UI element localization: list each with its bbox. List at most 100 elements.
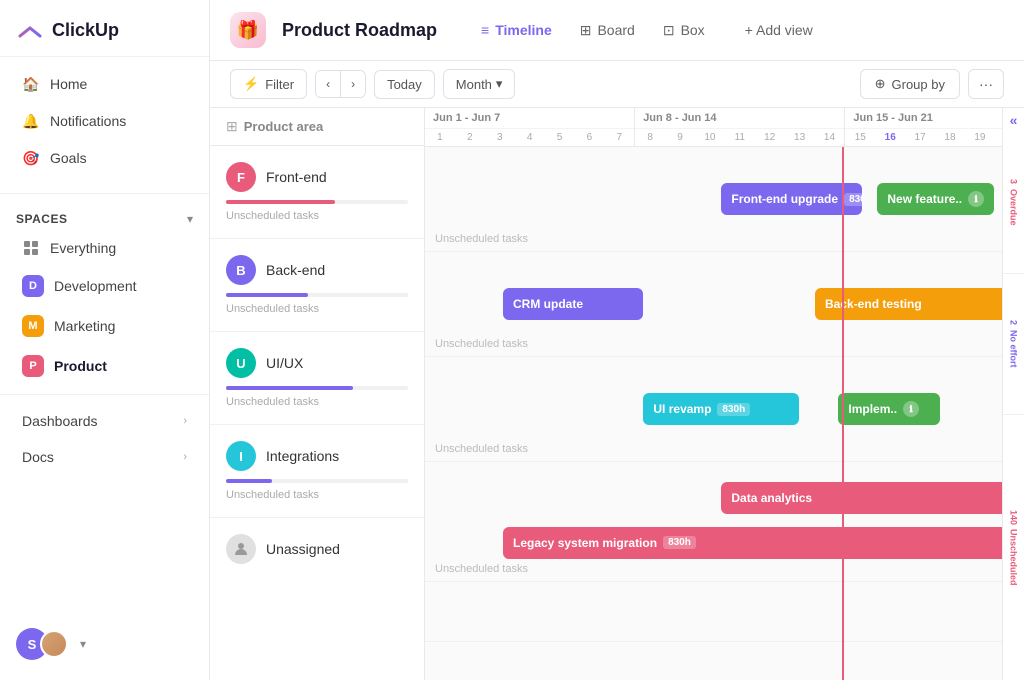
task-info: Implem.. ℹ [848, 401, 919, 417]
day-cell: 13 [785, 129, 815, 146]
unscheduled-label: Unscheduled tasks [435, 443, 528, 455]
collapse-btn[interactable]: « [1003, 108, 1024, 132]
area-progress-frontend [226, 200, 408, 204]
sidebar-item-label: Marketing [54, 318, 115, 334]
task-bar-new-feature[interactable]: New feature.. ℹ [877, 183, 994, 215]
task-bar-legacy-migration[interactable]: Legacy system migration 830h [503, 527, 1002, 559]
sidebar-item-notifications[interactable]: 🔔 Notifications [6, 103, 203, 139]
task-bar-data-analytics[interactable]: Data analytics [721, 482, 1002, 514]
avatar-group: S [16, 628, 68, 660]
logo-area: ClickUp [0, 0, 209, 57]
area-tasks-frontend: Unscheduled tasks [226, 210, 408, 222]
area-avatar-frontend: F [226, 162, 256, 192]
indicator-overdue[interactable]: 3 Overdue [1003, 132, 1024, 274]
chevron-down-icon[interactable]: ▾ [187, 212, 193, 226]
sidebar-item-label: Goals [50, 150, 87, 166]
product-area-integrations: I Integrations Unscheduled tasks [210, 425, 424, 518]
gantt-row-backend: CRM update Back-end testing Unscheduled … [425, 252, 1002, 357]
bell-icon: 🔔 [22, 112, 40, 130]
more-options-button[interactable]: ··· [968, 69, 1004, 99]
area-info: I Integrations [226, 441, 408, 471]
date-nav-arrows: ‹ › [315, 70, 366, 98]
week-block-3: Jun 15 - Jun 21 15 16 17 18 19 20 21 [845, 108, 1002, 146]
divider [0, 193, 209, 194]
area-progress-fill [226, 293, 308, 297]
sidebar-item-development[interactable]: D Development [6, 267, 203, 305]
gantt-row-unassigned [425, 582, 1002, 642]
area-progress-fill [226, 479, 272, 483]
indicator-no-effort[interactable]: 2 No effort [1003, 274, 1024, 416]
sidebar-item-docs[interactable]: Docs › [6, 440, 203, 474]
left-panel: ⊞ Product area F Front-end Unscheduled t… [210, 108, 425, 680]
week-block-1: Jun 1 - Jun 7 1 2 3 4 5 6 7 [425, 108, 635, 146]
column-header-text: Product area [244, 119, 323, 134]
day-cell: 5 [545, 129, 575, 146]
month-button[interactable]: Month ▾ [443, 69, 516, 99]
week-block-2: Jun 8 - Jun 14 8 9 10 11 12 13 14 [635, 108, 845, 146]
unscheduled-label: Unscheduled tasks [435, 563, 528, 575]
page-icon: 🎁 [230, 12, 266, 48]
board-icon: ⊞ [580, 22, 592, 39]
sidebar-item-marketing[interactable]: M Marketing [6, 307, 203, 345]
sidebar-item-home[interactable]: 🏠 Home [6, 66, 203, 102]
indicator-unscheduled[interactable]: 140 Unscheduled [1003, 415, 1024, 680]
task-bar-implement[interactable]: Implem.. ℹ [838, 393, 939, 425]
area-name-backend: Back-end [266, 262, 325, 278]
view-tabs: ≡ Timeline ⊞ Board ⊡ Box [469, 16, 717, 45]
day-cell: 1 [425, 129, 455, 146]
area-info: U UI/UX [226, 348, 408, 378]
day-cell: 2 [455, 129, 485, 146]
docs-label: Docs [22, 449, 54, 465]
page-header: 🎁 Product Roadmap ≡ Timeline ⊞ Board ⊡ B… [210, 0, 1024, 61]
area-info: Unassigned [226, 534, 408, 564]
logo-text: ClickUp [52, 20, 119, 41]
prev-arrow-button[interactable]: ‹ [316, 71, 341, 97]
chevron-right-icon: › [183, 451, 187, 463]
user-menu-dropdown[interactable]: ▾ [80, 637, 86, 651]
sidebar-item-everything[interactable]: Everything [6, 231, 203, 265]
filter-button[interactable]: ⚡ Filter [230, 69, 307, 99]
product-area-frontend: F Front-end Unscheduled tasks [210, 146, 424, 239]
sidebar-item-dashboards[interactable]: Dashboards › [6, 404, 203, 438]
day-cell: 3 [485, 129, 515, 146]
tab-box[interactable]: ⊡ Box [651, 16, 717, 45]
area-name-frontend: Front-end [266, 169, 327, 185]
sidebar-item-product[interactable]: P Product [6, 347, 203, 385]
task-info: New feature.. ℹ [887, 191, 984, 207]
area-name-unassigned: Unassigned [266, 541, 340, 557]
product-badge: P [22, 355, 44, 377]
avatar-img [40, 630, 68, 658]
layers-icon: ⊕ [875, 76, 886, 92]
sidebar-item-label: Home [50, 76, 87, 92]
clickup-logo-icon [16, 16, 44, 44]
chevron-down-icon: ▾ [496, 76, 503, 92]
sidebar-item-label: Product [54, 358, 107, 374]
group-by-button[interactable]: ⊕ Group by [860, 69, 960, 99]
tab-board[interactable]: ⊞ Board [568, 16, 647, 45]
week-label-2: Jun 8 - Jun 14 [635, 108, 844, 129]
next-arrow-button[interactable]: › [341, 71, 365, 97]
spaces-label: Spaces [16, 212, 67, 226]
task-info: UI revamp 830h [653, 402, 750, 416]
spaces-header: Spaces ▾ [0, 202, 209, 230]
marketing-badge: M [22, 315, 44, 337]
task-info: Legacy system migration 830h [513, 536, 696, 550]
day-cell: 10 [695, 129, 725, 146]
tab-timeline[interactable]: ≡ Timeline [469, 16, 564, 44]
task-bar-frontend-upgrade[interactable]: Front-end upgrade 830h [721, 183, 861, 215]
dashboards-label: Dashboards [22, 413, 98, 429]
box-icon: ⊡ [663, 22, 675, 39]
sidebar-item-label: Development [54, 278, 137, 294]
week-label-1: Jun 1 - Jun 7 [425, 108, 634, 129]
sidebar-item-goals[interactable]: 🎯 Goals [6, 140, 203, 176]
day-cell: 20 [995, 129, 1002, 146]
day-cell: 6 [574, 129, 604, 146]
today-button[interactable]: Today [374, 70, 435, 99]
development-badge: D [22, 275, 44, 297]
task-bar-ui-revamp[interactable]: UI revamp 830h [643, 393, 799, 425]
area-progress-fill [226, 200, 335, 204]
product-area-backend: B Back-end Unscheduled tasks [210, 239, 424, 332]
area-progress-fill [226, 386, 353, 390]
task-bar-crm-update[interactable]: CRM update [503, 288, 643, 320]
add-view-button[interactable]: + Add view [733, 16, 825, 44]
